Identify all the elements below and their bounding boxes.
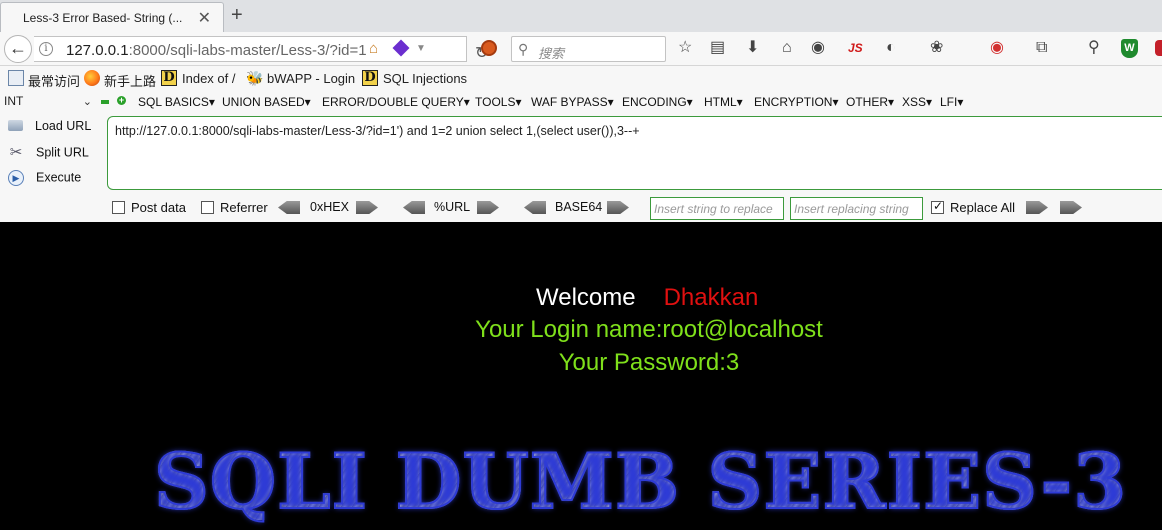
menu-union-based[interactable]: UNION BASED▾ [222, 95, 311, 109]
url-encode-arrow-icon[interactable] [477, 201, 499, 214]
bookmark-star-icon[interactable]: ☆ [678, 39, 692, 57]
menu-sql-basics[interactable]: SQL BASICS▾ [138, 95, 215, 109]
menu-tools[interactable]: TOOLS▾ [475, 95, 521, 109]
page-content: Welcome Dhakkan Your Login name:root@loca… [0, 222, 1162, 530]
search-icon: ⚲ [518, 41, 529, 57]
address-text[interactable]: 127.0.0.1:8000/sqli-labs-master/Less-3/?… [66, 42, 367, 59]
increment-button[interactable]: + [117, 96, 126, 105]
execute-label: Execute [36, 170, 82, 185]
post-data-label: Post data [131, 200, 186, 215]
bookmark-getting-started[interactable]: 新手上路 [104, 71, 156, 90]
url-decode-arrow-icon[interactable] [403, 201, 425, 214]
load-url-label: Load URL [35, 119, 92, 133]
bookmarks-bar: 最常访问 新手上路 D Index of / 🐝 bWAPP - Login D… [0, 66, 1162, 91]
record-icon[interactable]: ◉ [990, 39, 1004, 57]
menu-error-double-query[interactable]: ERROR/DOUBLE QUERY▾ [322, 95, 470, 109]
addon-diamond-icon[interactable] [392, 39, 410, 57]
bee-icon: 🐝 [246, 70, 264, 86]
bookmark-bwapp[interactable]: bWAPP - Login [267, 71, 355, 86]
download-icon[interactable]: ⬇ [746, 39, 759, 57]
execute-button[interactable]: ▶ Execute [8, 170, 81, 186]
translate-icon[interactable]: ◐ [886, 39, 896, 57]
menu-waf-bypass[interactable]: WAF BYPASS▾ [531, 95, 614, 109]
split-url-label: Split URL [36, 145, 89, 160]
split-url-icon: ✂ [9, 144, 23, 161]
type-select[interactable]: INT ⌄ [4, 94, 94, 111]
replace-all-label: Replace All [950, 200, 1016, 215]
series-banner: SQLI DUMB SERIES-3 [153, 437, 1128, 526]
referrer-checkbox[interactable] [201, 201, 214, 214]
base64-label: BASE64 [555, 200, 603, 214]
bookmark-sql-injections[interactable]: SQL Injections [383, 71, 467, 86]
welcome-name: Dhakkan [663, 284, 759, 311]
tab-title: Less-3 Error Based- String (... [23, 11, 183, 25]
menu-encryption[interactable]: ENCRYPTION▾ [754, 95, 838, 109]
addon-icon[interactable] [481, 40, 497, 56]
welcome-line: Welcome Dhakkan [536, 284, 758, 312]
home-icon[interactable]: ⌂ [369, 40, 378, 57]
zoom-icon[interactable]: ⚲ [1088, 39, 1100, 57]
login-name-text: Your Login name:root@localhost [475, 316, 823, 343]
address-path: :8000/sqli-labs-master/Less-3/?id=1 [128, 42, 367, 59]
password-text: Your Password:3 [558, 349, 740, 376]
replace-all-arrow-icon[interactable] [1060, 201, 1082, 214]
chevron-down-icon[interactable]: ▼ [416, 43, 426, 54]
base64-decode-arrow-icon[interactable] [524, 201, 546, 214]
close-icon[interactable]: ✕ [198, 8, 211, 28]
hex-encode-arrow-icon[interactable] [356, 201, 378, 214]
reading-list-icon[interactable]: ▤ [710, 39, 725, 57]
tab-strip: Less-3 Error Based- String (... ✕ + [0, 0, 1162, 32]
url-encode-label: %URL [434, 200, 471, 214]
folder-icon [8, 70, 24, 86]
split-url-button[interactable]: ✂ Split URL [8, 145, 89, 161]
menu-lfi[interactable]: LFI▾ [940, 95, 963, 109]
menu-xss[interactable]: XSS▾ [902, 95, 932, 109]
bookmark-index[interactable]: Index of / [182, 71, 235, 86]
replace-all-checkbox[interactable] [931, 199, 944, 214]
palette-icon[interactable]: ❀ [930, 39, 943, 57]
url-textarea-value: http://127.0.0.1:8000/sqli-labs-master/L… [115, 124, 640, 138]
chevron-down-icon: ⌄ [82, 96, 92, 108]
firefox-icon [84, 70, 100, 86]
hex-decode-arrow-icon[interactable] [278, 201, 300, 214]
type-select-value: INT [4, 94, 24, 108]
search-placeholder: 搜索 [538, 46, 565, 61]
load-url-icon [8, 120, 23, 132]
replace-from-input[interactable]: Insert string to replace [650, 197, 784, 220]
address-bar[interactable]: i 127.0.0.1:8000/sqli-labs-master/Less-3… [34, 36, 488, 62]
d-site-icon: D [362, 70, 378, 86]
menu-html[interactable]: HTML▾ [704, 95, 743, 109]
post-data-checkbox[interactable] [112, 201, 125, 214]
new-tab-button[interactable]: + [231, 4, 243, 27]
referrer-label: Referrer [220, 200, 268, 215]
welcome-text: Welcome [536, 284, 636, 311]
replace-to-input[interactable]: Insert replacing string [790, 197, 923, 220]
hackbar-body: Load URL ✂ Split URL ▶ Execute http://127.… [0, 113, 1162, 195]
info-icon[interactable]: i [39, 42, 53, 56]
back-button[interactable]: ← [4, 35, 32, 63]
js-addon-icon[interactable]: JS [848, 41, 863, 55]
screenshot-icon[interactable]: ⧉ [1036, 39, 1047, 57]
hackbar-options: Post data Referrer 0xHEX %URL BASE64 Ins… [0, 195, 1162, 222]
browser-tab[interactable]: Less-3 Error Based- String (... ✕ [0, 2, 224, 32]
load-url-button[interactable]: Load URL [8, 119, 91, 133]
menu-encoding[interactable]: ENCODING▾ [622, 95, 693, 109]
replace-arrow-icon[interactable] [1026, 201, 1048, 214]
home-icon[interactable]: ⌂ [782, 39, 792, 57]
hackbar-menu: INT ⌄ + SQL BASICS▾ UNION BASED▾ ERROR/D… [0, 91, 1162, 113]
base64-encode-arrow-icon[interactable] [607, 201, 629, 214]
d-site-icon: D [161, 70, 177, 86]
search-input[interactable]: ⚲ 搜索 [511, 36, 666, 62]
adblock-icon[interactable] [1155, 40, 1162, 56]
address-host: 127.0.0.1 [66, 42, 129, 59]
globe-icon[interactable]: ◉ [811, 39, 825, 57]
decrement-button[interactable] [101, 100, 109, 104]
bookmark-most-visited[interactable]: 最常访问 [28, 71, 80, 90]
hex-label: 0xHEX [310, 200, 349, 214]
execute-icon: ▶ [8, 170, 24, 186]
menu-other[interactable]: OTHER▾ [846, 95, 894, 109]
navigation-bar: ← i 127.0.0.1:8000/sqli-labs-master/Less… [0, 32, 1162, 66]
url-textarea[interactable]: http://127.0.0.1:8000/sqli-labs-master/L… [107, 116, 1162, 190]
shield-icon[interactable]: W [1121, 39, 1138, 58]
